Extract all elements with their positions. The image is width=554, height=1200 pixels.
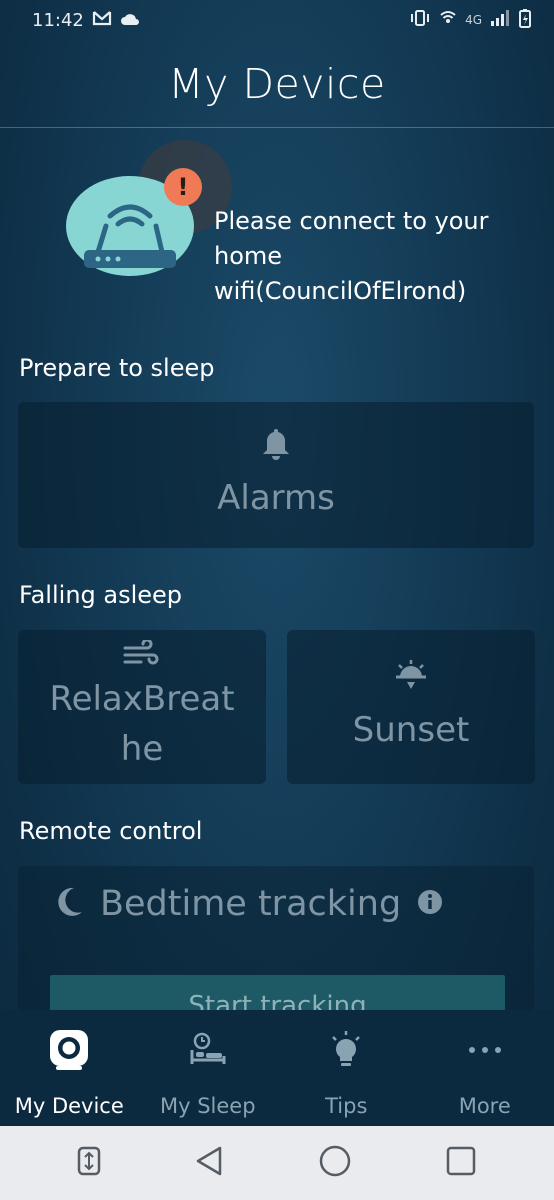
page-header: My Device <box>0 40 554 128</box>
status-bar: 11:42 4G <box>0 0 554 40</box>
sunset-card[interactable]: Sunset <box>287 630 535 784</box>
nav-more[interactable]: More <box>416 1010 554 1126</box>
nav-my-device[interactable]: My Device <box>0 1010 139 1126</box>
nav-my-device-label: My Device <box>14 1094 124 1118</box>
relaxbreathe-label: RelaxBreat he <box>49 679 235 769</box>
bedtime-tracking-label: Bedtime tracking <box>100 884 402 924</box>
wifi-calling-icon <box>439 9 457 32</box>
section-falling-asleep: Falling asleep <box>19 581 183 609</box>
network-type-label: 4G <box>465 13 482 27</box>
relaxbreathe-card[interactable]: RelaxBreat he <box>18 630 266 784</box>
status-left: 11:42 <box>32 10 140 31</box>
status-time: 11:42 <box>32 9 84 31</box>
wifi-connect-message: Please connect to your home wifi(Council… <box>214 207 489 305</box>
vibrate-icon <box>409 9 431 32</box>
more-icon <box>467 1028 503 1072</box>
page-title: My Device <box>168 59 386 108</box>
system-navigation-bar <box>0 1126 554 1200</box>
nav-tips[interactable]: Tips <box>277 1010 416 1126</box>
screen-swap-icon[interactable] <box>77 1146 101 1180</box>
battery-icon <box>518 8 532 33</box>
nav-tips-label: Tips <box>325 1094 368 1118</box>
wind-icon <box>123 638 161 674</box>
moon-icon <box>52 885 84 923</box>
sleep-icon <box>188 1028 228 1072</box>
alarms-label: Alarms <box>217 478 335 518</box>
nav-more-label: More <box>458 1094 511 1118</box>
cloud-icon <box>120 10 140 31</box>
nav-my-sleep[interactable]: My Sleep <box>139 1010 278 1126</box>
bedtime-tracking-row: Bedtime tracking <box>52 884 443 924</box>
sunset-label: Sunset <box>352 710 470 750</box>
app-screen: 11:42 4G My Device ! Please connect to y… <box>0 0 554 1200</box>
recents-icon[interactable] <box>445 1145 477 1181</box>
router-illustration: ! <box>64 140 234 280</box>
status-right: 4G <box>409 8 532 33</box>
alert-icon: ! <box>164 168 202 206</box>
sunset-icon <box>392 659 430 697</box>
lightbulb-icon <box>328 1028 364 1072</box>
signal-icon <box>490 9 510 32</box>
home-icon[interactable] <box>318 1144 352 1182</box>
info-icon[interactable] <box>417 889 443 919</box>
section-prepare-to-sleep: Prepare to sleep <box>19 354 215 382</box>
nav-my-sleep-label: My Sleep <box>159 1094 256 1118</box>
bottom-navigation: My Device My Sleep Tips More <box>0 1010 554 1126</box>
gmail-icon <box>92 10 112 31</box>
alarms-card[interactable]: Alarms <box>18 402 534 548</box>
section-remote-control: Remote control <box>19 817 203 845</box>
device-icon <box>46 1028 92 1072</box>
wifi-connect-banner[interactable]: ! Please connect to your home wifi(Counc… <box>64 140 534 320</box>
back-icon[interactable] <box>194 1145 224 1181</box>
bell-icon <box>260 427 292 465</box>
